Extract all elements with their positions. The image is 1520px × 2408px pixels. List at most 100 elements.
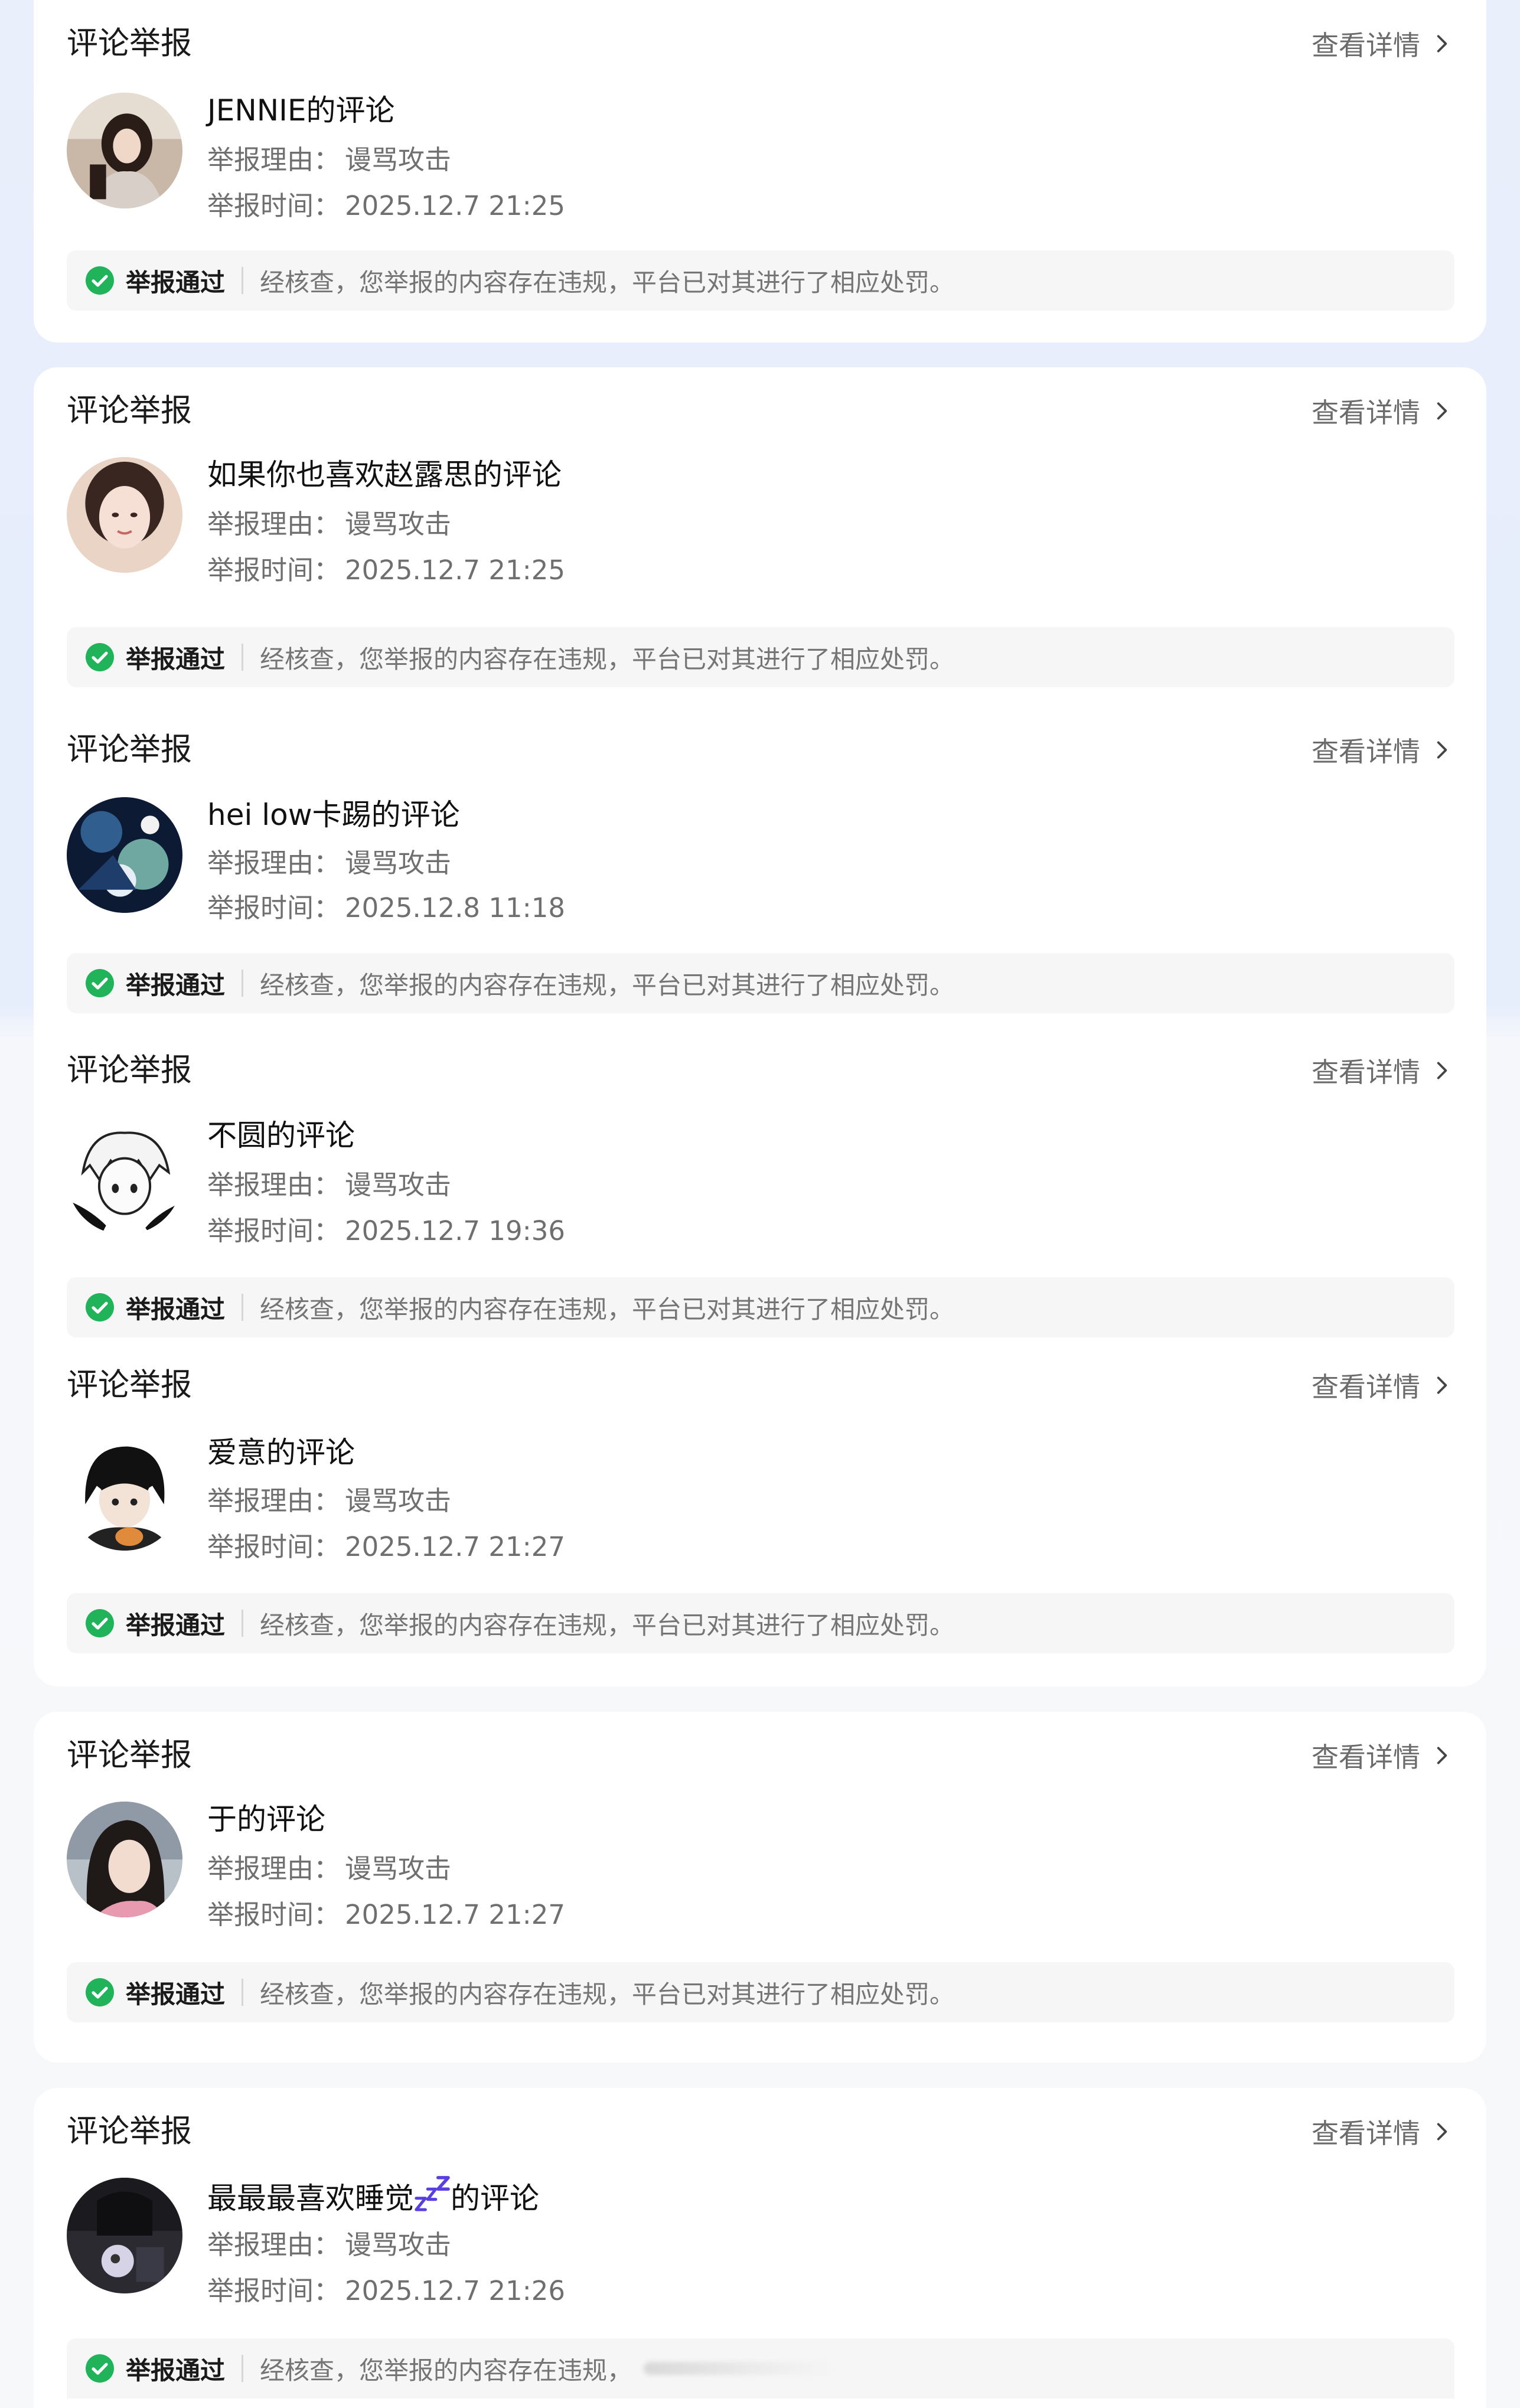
status-message: 经核查，您举报的内容存在违规，平台已对其进行了相应处罚。 — [260, 1610, 955, 1640]
chevron-right-icon — [1437, 1747, 1447, 1764]
report-time: 举报时间： 2025.12.7 21:26 — [207, 2273, 565, 2309]
commenter-name: 于的评论 — [207, 1802, 325, 1836]
divider — [242, 1610, 244, 1637]
avatar[interactable] — [67, 93, 182, 208]
check-circle-icon — [86, 1293, 114, 1322]
report-card: 评论举报 查看详情 hei low卡踢的评论 举报理由： 谩骂攻击 举报时间： 20… — [34, 698, 1486, 1024]
avatar[interactable] — [67, 797, 182, 913]
blurred-text — [644, 2362, 839, 2375]
status-message: 经核查，您举报的内容存在违规，平台已对其进行了相应处罚。 — [260, 1979, 955, 2009]
commenter-name: hei low卡踢的评论 — [207, 798, 460, 832]
status-label: 举报通过 — [126, 1979, 226, 2009]
status-message: 经核查，您举报的内容存在违规，平台已对其进行了相应处罚。 — [260, 1294, 955, 1324]
report-time: 举报时间： 2025.12.7 19:36 — [207, 1213, 565, 1249]
view-details-label: 查看详情 — [1312, 1741, 1420, 1773]
status-bar: 举报通过 经核查，您举报的内容存在违规，平台已对其进行了相应处罚。 — [67, 627, 1454, 687]
card-title: 评论举报 — [67, 1737, 192, 1773]
status-bar: 举报通过 经核查，您举报的内容存在违规，平台已对其进行了相应处罚。 — [67, 250, 1454, 311]
report-card: 评论举报 查看详情 如果你也喜欢赵露思的评论 举报理由： 谩骂攻击 举报时间： 20… — [34, 367, 1486, 698]
chevron-right-icon — [1437, 402, 1447, 420]
check-circle-icon — [86, 2354, 114, 2383]
chevron-right-icon — [1437, 741, 1447, 759]
commenter-name-suffix: 的评论 — [451, 2181, 539, 2216]
avatar[interactable] — [67, 457, 182, 573]
chevron-right-icon — [1437, 2123, 1447, 2141]
time-value: 2025.12.7 21:25 — [345, 190, 566, 221]
status-label: 举报通过 — [126, 2355, 226, 2385]
time-value: 2025.12.7 21:27 — [345, 1531, 566, 1562]
chevron-right-icon — [1437, 1062, 1447, 1079]
reason-value: 谩骂攻击 — [345, 1485, 452, 1516]
avatar[interactable] — [67, 1119, 182, 1235]
view-details-link[interactable]: 查看详情 — [1312, 1364, 1453, 1407]
report-reason: 举报理由： 谩骂攻击 — [207, 507, 451, 542]
status-message: 经核查，您举报的内容存在违规， — [260, 2355, 632, 2385]
divider — [242, 644, 244, 671]
reason-label: 举报理由： — [207, 847, 341, 879]
report-reason: 举报理由： 谩骂攻击 — [207, 846, 451, 881]
commenter-name: JENNIE的评论 — [207, 93, 395, 128]
status-message: 经核查，您举报的内容存在违规，平台已对其进行了相应处罚。 — [260, 644, 955, 674]
commenter-name: 最最最喜欢睡觉 的评论 — [207, 2175, 539, 2218]
chevron-right-icon — [1437, 35, 1447, 53]
reason-label: 举报理由： — [207, 1485, 341, 1516]
status-message: 经核查，您举报的内容存在违规，平台已对其进行了相应处罚。 — [260, 267, 955, 297]
reason-label: 举报理由： — [207, 2229, 341, 2260]
view-details-label: 查看详情 — [1312, 736, 1420, 768]
status-bar: 举报通过 经核查，您举报的内容存在违规，平台已对其进行了相应处罚。 — [67, 953, 1454, 1013]
avatar[interactable] — [67, 1802, 182, 1917]
view-details-label: 查看详情 — [1312, 1371, 1420, 1403]
view-details-link[interactable]: 查看详情 — [1312, 729, 1453, 771]
view-details-label: 查看详情 — [1312, 1056, 1420, 1088]
reason-value: 谩骂攻击 — [345, 1853, 452, 1884]
time-label: 举报时间： — [207, 892, 341, 924]
divider — [242, 970, 244, 997]
report-reason: 举报理由： 谩骂攻击 — [207, 142, 451, 178]
card-title: 评论举报 — [67, 393, 192, 429]
view-details-label: 查看详情 — [1312, 30, 1420, 61]
report-reason: 举报理由： 谩骂攻击 — [207, 1851, 451, 1887]
time-label: 举报时间： — [207, 1531, 341, 1562]
reason-value: 谩骂攻击 — [345, 1169, 452, 1200]
report-reason: 举报理由： 谩骂攻击 — [207, 1483, 451, 1519]
view-details-link[interactable]: 查看详情 — [1312, 1734, 1453, 1777]
time-value: 2025.12.7 21:25 — [345, 554, 566, 586]
divider — [242, 2355, 244, 2382]
reason-value: 谩骂攻击 — [345, 144, 452, 175]
report-card: 评论举报 查看详情 于的评论 举报理由： 谩骂攻击 举报时间： 2025.12.7 … — [34, 1712, 1486, 2063]
view-details-link[interactable]: 查看详情 — [1312, 1049, 1453, 1092]
time-label: 举报时间： — [207, 554, 341, 586]
view-details-link[interactable]: 查看详情 — [1312, 390, 1453, 432]
card-title: 评论举报 — [67, 1052, 192, 1088]
time-label: 举报时间： — [207, 190, 341, 221]
time-label: 举报时间： — [207, 2275, 341, 2306]
divider — [242, 267, 244, 294]
view-details-label: 查看详情 — [1312, 2117, 1420, 2149]
status-message: 经核查，您举报的内容存在违规，平台已对其进行了相应处罚。 — [260, 970, 955, 1000]
view-details-link[interactable]: 查看详情 — [1312, 22, 1453, 65]
status-label: 举报通过 — [126, 267, 226, 297]
view-details-link[interactable]: 查看详情 — [1312, 2110, 1453, 2153]
avatar[interactable] — [67, 1435, 182, 1551]
reason-value: 谩骂攻击 — [345, 2229, 452, 2260]
time-label: 举报时间： — [207, 1215, 341, 1247]
commenter-name-prefix: 最最最喜欢睡觉 — [207, 2181, 414, 2216]
status-label: 举报通过 — [126, 1610, 226, 1640]
zzz-sleep-icon — [415, 2176, 450, 2211]
card-title: 评论举报 — [67, 25, 192, 61]
avatar[interactable] — [67, 2178, 182, 2293]
check-circle-icon — [86, 643, 114, 671]
check-circle-icon — [86, 1978, 114, 2006]
time-value: 2025.12.7 19:36 — [345, 1215, 566, 1247]
time-value: 2025.12.7 21:27 — [345, 1899, 566, 1930]
status-label: 举报通过 — [126, 644, 226, 674]
status-bar: 举报通过 经核查，您举报的内容存在违规， — [67, 2338, 1454, 2399]
chevron-right-icon — [1437, 1376, 1447, 1394]
status-bar: 举报通过 经核查，您举报的内容存在违规，平台已对其进行了相应处罚。 — [67, 1277, 1454, 1337]
report-time: 举报时间： 2025.12.7 21:27 — [207, 1529, 565, 1565]
report-time: 举报时间： 2025.12.7 21:25 — [207, 188, 565, 224]
status-bar: 举报通过 经核查，您举报的内容存在违规，平台已对其进行了相应处罚。 — [67, 1593, 1454, 1653]
card-title: 评论举报 — [67, 2113, 192, 2149]
report-card: 评论举报 查看详情 最最最喜欢睡觉 的评论 举报理由： 谩骂攻击 举报时间： 202… — [34, 2088, 1486, 2408]
reason-label: 举报理由： — [207, 144, 341, 175]
